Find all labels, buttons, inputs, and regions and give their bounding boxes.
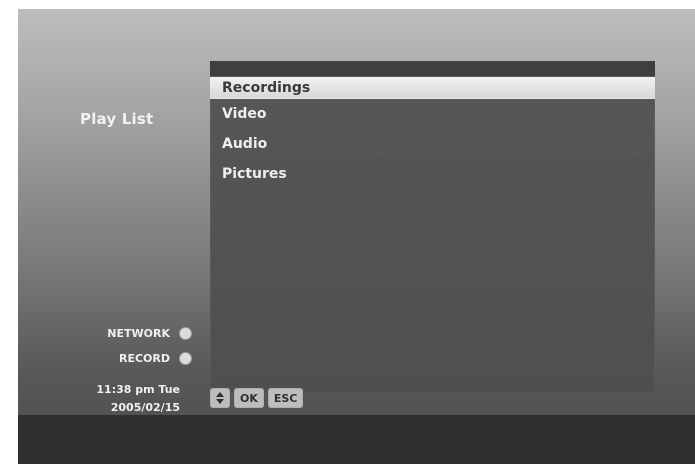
- bottom-bar: [18, 415, 695, 464]
- record-status: RECORD: [48, 350, 198, 368]
- menu-item-recordings[interactable]: Recordings: [210, 77, 655, 99]
- record-indicator-icon: [179, 352, 192, 365]
- record-label: RECORD: [118, 352, 170, 365]
- tv-screen: Play List Recordings Video Audio Picture…: [18, 9, 695, 464]
- clock-time: 11:38 pm Tue: [96, 383, 180, 396]
- page-title: Play List: [80, 110, 154, 128]
- network-status: NETWORK: [48, 325, 198, 343]
- menu-item-audio[interactable]: Audio: [210, 129, 655, 159]
- playlist-menu: Recordings Video Audio Pictures: [210, 77, 655, 189]
- panel-header-bar: [210, 61, 655, 76]
- key-hints: OK ESC: [210, 387, 304, 409]
- playlist-panel: Recordings Video Audio Pictures: [210, 61, 655, 393]
- menu-item-pictures[interactable]: Pictures: [210, 159, 655, 189]
- network-indicator-icon: [179, 327, 192, 340]
- network-label: NETWORK: [107, 327, 170, 340]
- up-down-arrows-icon[interactable]: [210, 388, 230, 408]
- clock: 11:38 pm Tue 2005/02/15: [68, 381, 180, 417]
- ok-button[interactable]: OK: [234, 388, 264, 408]
- up-down-arrows-icon-graphic: [216, 392, 224, 404]
- esc-button[interactable]: ESC: [267, 388, 304, 408]
- menu-item-video[interactable]: Video: [210, 99, 655, 129]
